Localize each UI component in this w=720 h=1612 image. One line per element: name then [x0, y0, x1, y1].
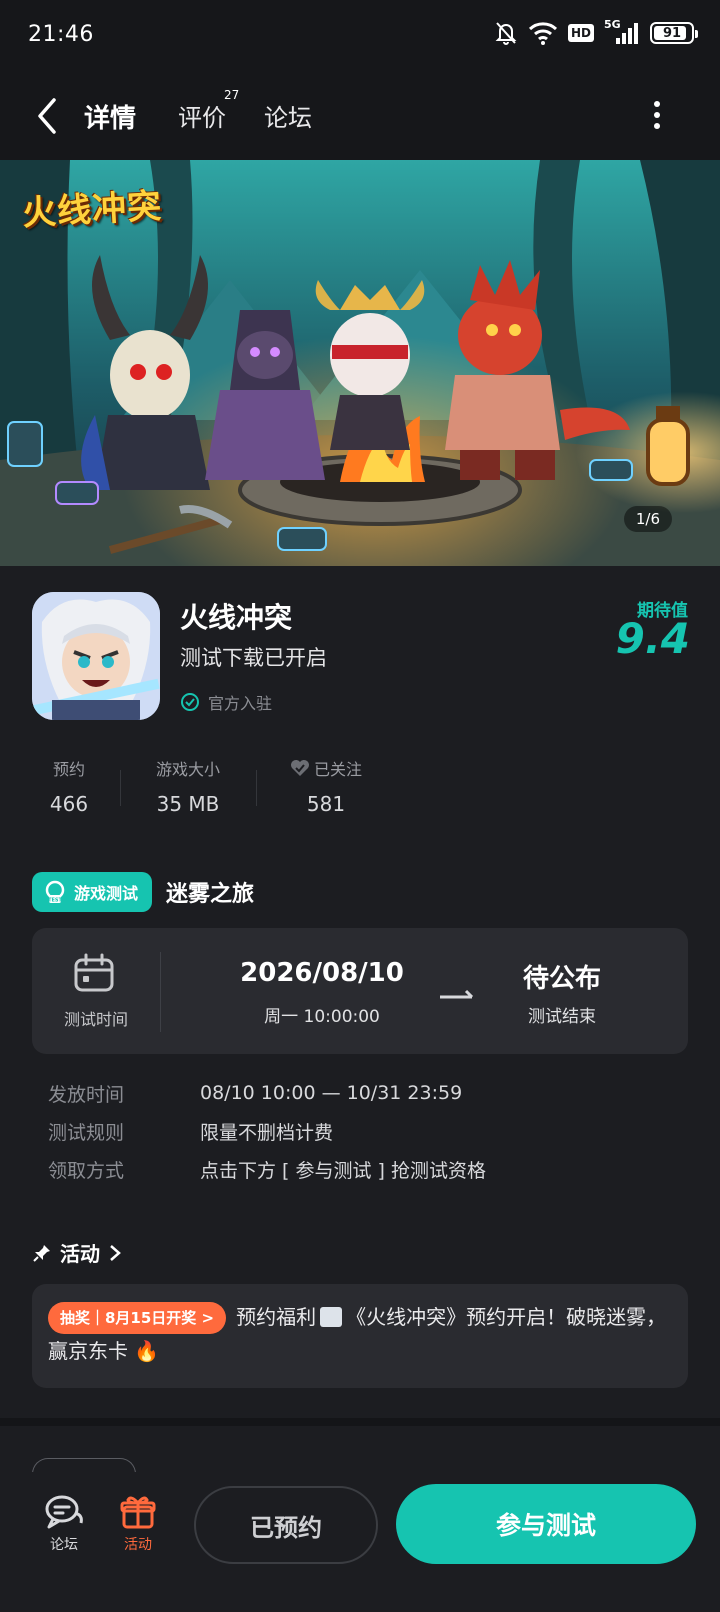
bottom-forum-button[interactable]: 论坛 [34, 1490, 94, 1554]
calendar-icon [74, 953, 114, 992]
tab-detail[interactable]: 详情 [81, 98, 140, 137]
fog-emoji-icon [320, 1307, 343, 1327]
test-end-date: 待公布 [522, 964, 601, 994]
test-header: TEST 游戏测试 迷雾之旅 [32, 872, 254, 912]
reserved-button[interactable]: 已预约 [194, 1486, 378, 1564]
status-icons: HD 5G 91 [494, 18, 698, 46]
stat-divider [256, 770, 257, 806]
heart-check-icon [290, 760, 309, 776]
game-stats: 预约 466 游戏大小 35 MB 已关注 581 [0, 756, 720, 826]
section-separator [0, 1418, 720, 1426]
bell-off-icon [495, 22, 517, 45]
battery-icon: 91 [650, 22, 698, 44]
more-options-icon[interactable] [652, 100, 662, 130]
arrow-right-icon [440, 989, 474, 999]
hd-badge: HD [567, 24, 594, 42]
test-start-date: 2026/08/10 [240, 958, 404, 988]
status-time: 21:46 [28, 22, 94, 47]
app-icon [32, 592, 160, 720]
bottom-activity-button[interactable]: 活动 [108, 1490, 168, 1554]
info-row-release-time: 发放时间 08/10 10:00 — 10/31 23:59 [48, 1082, 463, 1106]
tab-forum[interactable]: 论坛 [264, 98, 312, 133]
test-name: 迷雾之旅 [166, 882, 255, 907]
expectation-score: 9.4 [615, 614, 690, 663]
join-test-button[interactable]: 参与测试 [396, 1484, 696, 1564]
gift-icon [120, 1496, 156, 1529]
test-info-list: 发放时间 08/10 10:00 — 10/31 23:59 测试规则 限量不删… [48, 1074, 486, 1188]
game-test-badge: TEST 游戏测试 [32, 872, 153, 912]
wifi-icon [528, 22, 558, 45]
game-tagline: 测试下载已开启 [180, 646, 327, 670]
activity-section-header[interactable]: 活动 [32, 1238, 122, 1267]
carousel-page-indicator: 1/6 [623, 506, 672, 532]
card-divider [160, 952, 161, 1032]
lottery-tag[interactable]: 抽奖｜8月15日开奖 > [48, 1302, 227, 1334]
test-schedule-card: 测试时间 2026/08/10 周一 10:00:00 待公布 测试结束 [32, 928, 688, 1054]
stat-divider [120, 770, 121, 806]
game-logo: 火线冲突 [21, 186, 164, 234]
cellular-signal-icon: 5G [604, 18, 640, 46]
stat-reservations: 预约 466 [49, 760, 89, 816]
svg-text:TEST: TEST [48, 898, 62, 904]
top-navigation: 详情 评价 27 论坛 [0, 76, 720, 160]
test-icon: TEST [45, 880, 65, 904]
info-row-claim-method: 领取方式 点击下方 [ 参与测试 ] 抢测试资格 [48, 1159, 486, 1182]
test-time-label: 测试时间 [63, 1010, 128, 1029]
bottom-action-bar: 论坛 活动 已预约 参与测试 [0, 1472, 720, 1612]
tab-review[interactable]: 评价 27 [178, 88, 239, 133]
game-title: 火线冲突 [180, 601, 293, 634]
screenshot-carousel[interactable]: 火线冲突 1/6 [0, 160, 720, 566]
status-bar: 21:46 HD 5G 91 [0, 0, 720, 76]
stat-followers[interactable]: 已关注 581 [284, 756, 368, 816]
test-start-time: 周一 10:00:00 [264, 1007, 380, 1027]
activity-text-lead: 预约福利 [236, 1305, 317, 1329]
check-circle-icon [181, 693, 199, 711]
chat-bubble-icon [45, 1495, 83, 1529]
back-arrow-icon[interactable] [30, 94, 66, 138]
stat-game-size: 游戏大小 35 MB [155, 760, 220, 816]
review-count-badge: 27 [224, 88, 240, 102]
test-end-label: 测试结束 [528, 1007, 596, 1027]
pin-icon [33, 1244, 50, 1262]
official-verified: 官方入驻 [180, 690, 272, 714]
info-row-test-rules: 测试规则 限量不删档计费 [48, 1121, 334, 1144]
activity-card[interactable]: 抽奖｜8月15日开奖 > 预约福利 《火线冲突》预约开启！破晓迷雾，赢京东卡 🔥 [32, 1284, 688, 1388]
chevron-right-icon [110, 1244, 121, 1261]
